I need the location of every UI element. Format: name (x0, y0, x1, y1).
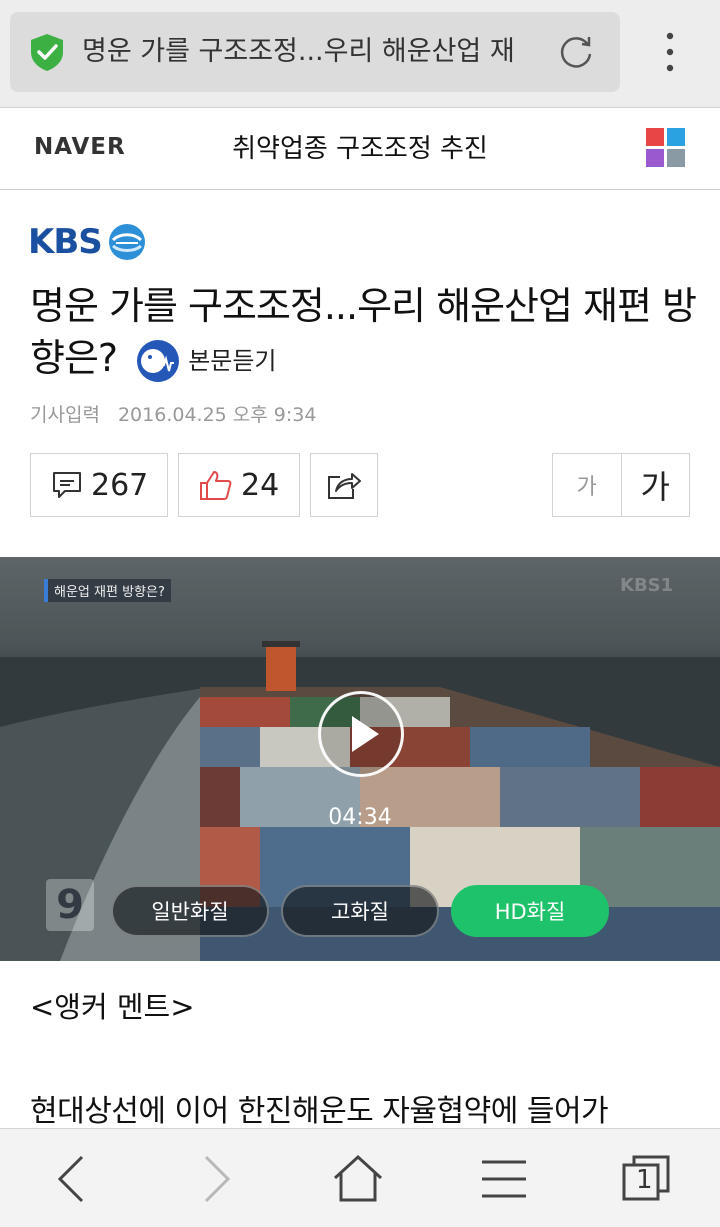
publisher-logo[interactable]: KBS (28, 222, 146, 262)
quality-high-button[interactable]: 고화질 (281, 885, 439, 937)
share-button[interactable] (310, 453, 378, 517)
overflow-menu-icon[interactable] (652, 28, 688, 76)
video-caption: 해운업 재편 방향은? (44, 579, 171, 602)
reload-icon[interactable] (556, 32, 596, 72)
text-to-speech-icon (137, 339, 180, 382)
like-button[interactable]: 24 (178, 453, 300, 517)
video-player[interactable]: 해운업 재편 방향은? KBS1 9 04:34 일반화질 고화질 HD화질 (0, 557, 720, 961)
bookmarks-button[interactable] (476, 1151, 532, 1207)
quality-normal-button[interactable]: 일반화질 (111, 885, 269, 937)
section-title: 취약업종 구조조정 추진 (232, 134, 488, 164)
address-bar[interactable]: 명운 가를 구조조정...우리 해운산업 재 (10, 12, 620, 92)
comment-button[interactable]: 267 (30, 453, 168, 517)
article-date: 기사입력 2016.04.25 오후 9:34 (30, 400, 316, 427)
date-value: 2016.04.25 오후 9:34 (117, 404, 317, 426)
article-body-text: 현대상선에 이어 한진해운도 자율협약에 들어가 (30, 1094, 609, 1129)
article-headline: 명운 가를 구조조정...우리 해운산업 재편 방향은? 본문듣기 (30, 280, 700, 387)
quality-hd-button[interactable]: HD화질 (451, 885, 609, 937)
play-button[interactable] (318, 691, 404, 777)
browser-toolbar: 명운 가를 구조조정...우리 해운산업 재 (0, 0, 720, 108)
list-menu-icon (482, 1160, 526, 1198)
video-duration: 04:34 (328, 805, 392, 830)
back-button[interactable] (44, 1151, 100, 1207)
comment-count: 267 (91, 467, 149, 503)
like-count: 24 (241, 467, 280, 503)
kbs-emblem-icon (108, 224, 145, 260)
naver-logo[interactable]: NAVER (34, 134, 126, 160)
naver-header: NAVER 취약업종 구조조정 추진 (0, 108, 720, 190)
comment-icon (53, 472, 81, 498)
listen-button[interactable]: 본문듣기 (136, 335, 277, 387)
video-watermark: KBS1 (620, 575, 674, 596)
forward-button[interactable] (188, 1151, 244, 1207)
secure-shield-icon (31, 34, 63, 71)
home-button[interactable] (330, 1151, 386, 1207)
kbs-logo-text: KBS (28, 222, 103, 262)
anchor-note: <앵커 멘트> (30, 990, 195, 1024)
date-label: 기사입력 (30, 404, 100, 426)
page-title-url[interactable]: 명운 가를 구조조정...우리 해운산업 재 (82, 32, 552, 72)
back-arrow-icon (57, 1155, 84, 1203)
play-icon (352, 716, 379, 752)
tab-count: 1 (636, 1165, 653, 1195)
headline-text: 명운 가를 구조조정...우리 해운산업 재편 방향은? (30, 284, 697, 380)
forward-arrow-icon (204, 1155, 231, 1203)
browser-bottom-nav: 1 (0, 1128, 720, 1227)
home-icon (333, 1154, 383, 1202)
font-increase-button[interactable]: 가 (622, 454, 690, 516)
listen-label: 본문듣기 (188, 346, 277, 375)
font-decrease-button[interactable]: 가 (553, 454, 622, 516)
channel-mark: 9 (46, 879, 94, 931)
font-size-control: 가 가 (552, 453, 690, 517)
thumbs-up-icon (200, 471, 232, 500)
tabs-button[interactable]: 1 (618, 1151, 674, 1207)
service-grid-icon[interactable] (646, 128, 686, 168)
share-icon (328, 473, 361, 499)
